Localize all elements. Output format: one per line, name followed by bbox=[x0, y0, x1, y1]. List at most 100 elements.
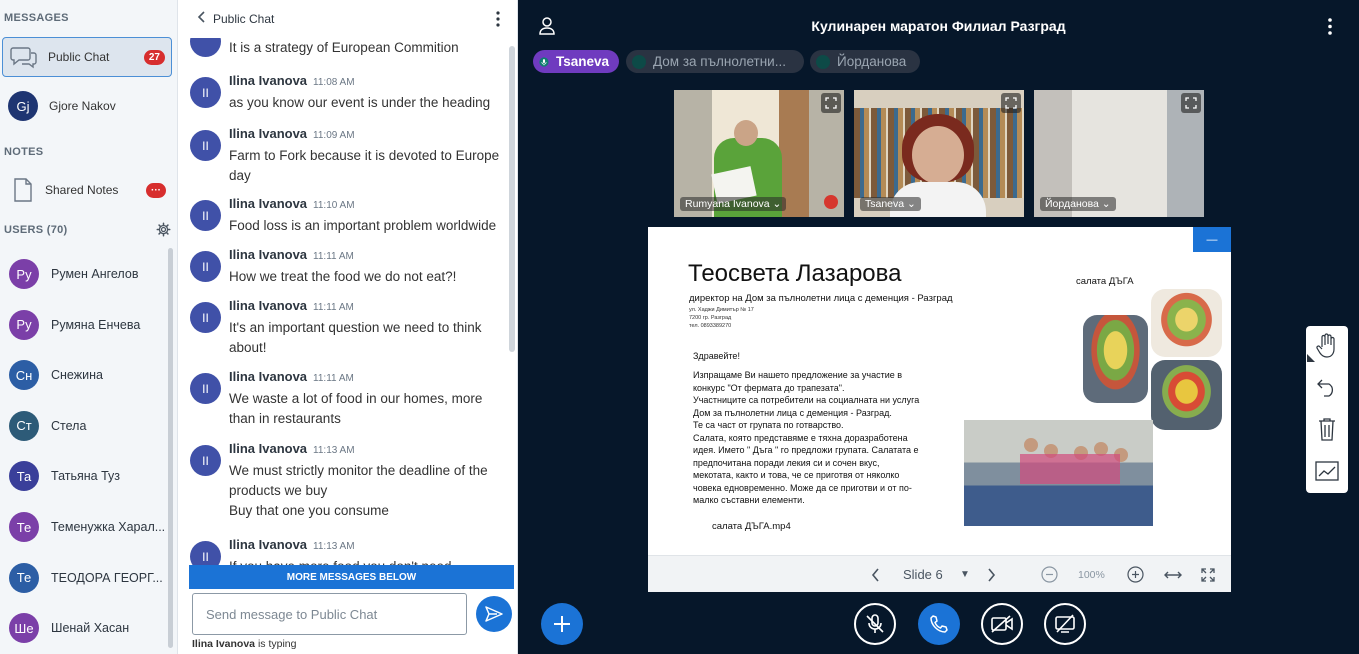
user-list-item[interactable]: Сн Снежина bbox=[0, 350, 176, 400]
talker-indicator[interactable]: Йорданова bbox=[810, 50, 920, 73]
notes-icon bbox=[6, 173, 40, 207]
salad-label: салата ДЪГА bbox=[1076, 276, 1134, 287]
message-avatar bbox=[190, 38, 221, 57]
tool-expand-corner bbox=[1307, 354, 1315, 362]
minimize-presentation-button[interactable]: — bbox=[1193, 227, 1231, 252]
message-text: Farm to Fork because it is devoted to Eu… bbox=[229, 148, 500, 183]
user-list-item[interactable]: Те ТЕОДОРА ГЕОРГ... bbox=[0, 553, 176, 603]
message-text: How we treat the food we do not eat?! bbox=[229, 269, 457, 284]
user-name: Румяна Енчева bbox=[51, 317, 141, 332]
message-text: Buy that one you consume bbox=[229, 503, 389, 518]
message-time: 11:11 AM bbox=[313, 251, 354, 262]
avatar: Gj bbox=[8, 91, 38, 121]
video-tile[interactable]: Йорданова ⌄ bbox=[1034, 90, 1204, 217]
salad-photo bbox=[1151, 360, 1222, 430]
chat-message: II Ilina Ivanova11:13 AM If you have more … bbox=[190, 537, 508, 565]
slide-body-line: Дом за пълнолетни лица с деменция - Разг… bbox=[693, 407, 892, 418]
slide-subtitle: директор на Дом за пълнолетни лица с дем… bbox=[689, 293, 953, 304]
chat-header: Public Chat bbox=[178, 0, 517, 38]
message-text: It is a strategy of European Commition bbox=[229, 40, 459, 55]
webcam-button[interactable] bbox=[981, 603, 1023, 645]
chat-scrollbar[interactable] bbox=[509, 46, 515, 352]
slide-address: ул. Хаджи Димитър № 17 7200 гр. Разград те… bbox=[689, 307, 754, 329]
message-sender: Ilina Ivanova 11:13 AM bbox=[229, 537, 355, 552]
salad-photo bbox=[1151, 289, 1222, 357]
shared-notes-label: Shared Notes bbox=[45, 183, 119, 197]
meeting-area: Кулинарен маратон Филиал Разград Tsaneva… bbox=[518, 0, 1359, 654]
gear-icon[interactable] bbox=[156, 222, 171, 242]
whiteboard-toolbar bbox=[1306, 326, 1348, 493]
user-list-item[interactable]: Ру Румяна Енчева bbox=[0, 300, 176, 350]
user-list-item[interactable]: Те Теменужка Харал... bbox=[0, 502, 176, 552]
typing-indicator: Ilina Ivanova is typing bbox=[192, 638, 297, 650]
video-tile[interactable]: Tsaneva ⌄ bbox=[854, 90, 1024, 217]
user-name: Шенай Хасан bbox=[51, 621, 130, 636]
message-sender: Ilina Ivanova 11:11 AM bbox=[229, 298, 354, 313]
fullscreen-icon[interactable] bbox=[1181, 93, 1201, 113]
message-sender: Ilina Ivanova 11:13 AM bbox=[229, 441, 355, 456]
audio-phone-button[interactable] bbox=[918, 603, 960, 645]
undo-icon[interactable] bbox=[1311, 371, 1343, 403]
user-name: Теменужка Харал... bbox=[51, 520, 166, 534]
message-time: 11:13 AM bbox=[313, 541, 355, 552]
talker-status-dot bbox=[816, 54, 830, 69]
user-list-item[interactable]: Та Татьяна Туз bbox=[0, 451, 176, 501]
message-avatar: II bbox=[190, 251, 221, 282]
fullscreen-icon[interactable] bbox=[821, 93, 841, 113]
video-file-link[interactable]: салата ДЪГА.mp4 bbox=[712, 521, 791, 532]
message-avatar: II bbox=[190, 302, 221, 333]
message-list: It is a strategy of European Commition I… bbox=[178, 38, 508, 565]
zoom-out-icon[interactable] bbox=[1041, 556, 1058, 592]
more-messages-below-button[interactable]: MORE MESSAGES BELOW bbox=[189, 565, 514, 589]
private-chat-item[interactable]: Gj Gjore Nakov bbox=[2, 86, 172, 126]
fullscreen-icon[interactable] bbox=[1001, 93, 1021, 113]
send-icon bbox=[485, 606, 503, 622]
talker-indicator[interactable]: Tsaneva bbox=[533, 50, 619, 73]
mute-button[interactable] bbox=[854, 603, 896, 645]
slide-selector[interactable]: Slide 6 bbox=[903, 556, 943, 592]
chat-bubbles-icon bbox=[7, 40, 41, 74]
actions-plus-button[interactable] bbox=[541, 603, 583, 645]
user-list-item[interactable]: Ру Румен Ангелов bbox=[0, 249, 176, 299]
hand-tool-icon[interactable] bbox=[1311, 330, 1343, 362]
trash-icon[interactable] bbox=[1311, 413, 1343, 445]
message-time: 11:11 AM bbox=[313, 302, 354, 313]
notes-section-title: NOTES bbox=[4, 146, 44, 158]
avatar: Сн bbox=[9, 360, 39, 391]
message-sender: Ilina Ivanova 11:11 AM bbox=[229, 369, 354, 384]
chat-title[interactable]: Public Chat bbox=[213, 12, 274, 26]
chevron-down-icon[interactable]: ▼ bbox=[960, 556, 970, 592]
message-sender: Ilina Ivanova 11:08 AM bbox=[229, 73, 355, 88]
talker-indicator[interactable]: Дом за пълнолетни... bbox=[626, 50, 804, 73]
user-list-item[interactable]: Ше Шенай Хасан bbox=[0, 603, 176, 653]
more-options-icon[interactable] bbox=[1328, 18, 1332, 40]
phone-icon bbox=[930, 615, 948, 633]
slide-body-line: човека едновременно. Може да се приготви… bbox=[693, 482, 912, 493]
user-list-item[interactable]: Ст Стела bbox=[0, 401, 176, 451]
multi-user-chart-icon[interactable] bbox=[1311, 455, 1343, 487]
chat-message-input[interactable]: Send message to Public Chat bbox=[192, 593, 467, 635]
message-avatar: II bbox=[190, 130, 221, 161]
video-tile[interactable]: Rumyana Ivanova ⌄ bbox=[674, 90, 844, 217]
user-list-panel: MESSAGES Public Chat 27 Gj Gjore Nakov N… bbox=[0, 0, 178, 654]
user-name: Снежина bbox=[51, 368, 103, 383]
public-chat-item[interactable]: Public Chat 27 bbox=[2, 37, 172, 77]
fit-width-icon[interactable] bbox=[1164, 556, 1182, 592]
fullscreen-icon[interactable] bbox=[1201, 556, 1215, 592]
chevron-right-icon[interactable] bbox=[986, 556, 996, 592]
users-scrollbar[interactable] bbox=[168, 248, 173, 648]
chevron-left-icon[interactable] bbox=[197, 10, 207, 28]
screenshare-button[interactable] bbox=[1044, 603, 1086, 645]
user-name: Стела bbox=[51, 418, 87, 433]
zoom-in-icon[interactable] bbox=[1127, 556, 1144, 592]
shared-notes-item[interactable]: Shared Notes ··· bbox=[2, 170, 172, 210]
message-time: 11:09 AM bbox=[313, 130, 355, 141]
user-name: Татьяна Туз bbox=[51, 469, 121, 484]
more-options-icon[interactable] bbox=[496, 11, 500, 32]
slide-body-line: Салата, която представяме е тяхна доразр… bbox=[693, 432, 908, 443]
chevron-left-icon[interactable] bbox=[871, 556, 881, 592]
video-user-name: Rumyana Ivanova ⌄ bbox=[680, 197, 787, 211]
slide-body-line: малко съставни елементи. bbox=[693, 495, 805, 505]
slide-body-line: Участниците са потребители на социалната… bbox=[693, 395, 920, 405]
send-button[interactable] bbox=[476, 596, 512, 632]
